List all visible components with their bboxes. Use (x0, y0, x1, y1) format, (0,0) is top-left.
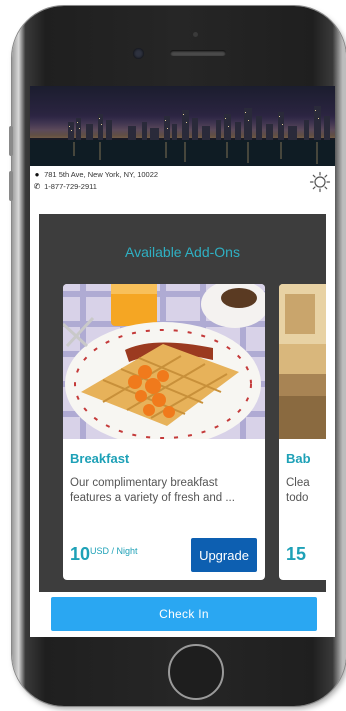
sun-icon[interactable] (309, 171, 331, 193)
home-button[interactable] (168, 644, 224, 700)
addon-name: Bab (286, 451, 311, 466)
hotel-contact-info: ● 781 5th Ave, New York, NY, 10022 ✆ 1-8… (30, 170, 335, 198)
app-screen: ● 781 5th Ave, New York, NY, 10022 ✆ 1-8… (30, 86, 335, 637)
upgrade-button[interactable]: Upgrade (191, 538, 257, 572)
hero-skyline-image (30, 86, 335, 166)
front-camera-icon (133, 48, 144, 59)
phone-text: 1-877-729-2911 (44, 182, 97, 191)
description-line: todo (286, 492, 309, 504)
addons-title: Available Add-Ons (125, 244, 240, 260)
price-amount: 15 (286, 544, 307, 564)
breakfast-photo (63, 284, 265, 439)
description-line: Clea (286, 477, 310, 489)
addon-price: 10USD / Night (70, 544, 138, 565)
addons-panel: Available Add-Ons Breakfast Our complime… (39, 214, 326, 592)
addon-photo-peek (279, 284, 326, 439)
sensor-dot (193, 32, 198, 37)
check-in-button[interactable]: Check In (51, 597, 317, 631)
addon-card-peek[interactable]: Bab Clea todo 15 (279, 284, 326, 580)
address-text: 781 5th Ave, New York, NY, 10022 (44, 170, 159, 179)
phone-icon: ✆ (33, 182, 41, 191)
volume-button (9, 126, 13, 156)
addon-price: 15 (286, 544, 306, 565)
addon-description: Our complimentary breakfast features a v… (70, 477, 235, 504)
earpiece-speaker (170, 50, 226, 56)
address-line: ● 781 5th Ave, New York, NY, 10022 (32, 170, 159, 179)
price-amount: 10 (70, 544, 91, 564)
addon-name: Breakfast (70, 451, 130, 466)
volume-button (9, 171, 13, 201)
map-pin-icon: ● (34, 170, 40, 179)
price-unit: USD / Night (90, 546, 138, 556)
phone-line[interactable]: ✆ 1-877-729-2911 (32, 182, 97, 191)
addon-card-breakfast[interactable]: Breakfast Our complimentary breakfast fe… (63, 284, 265, 580)
addon-description: Clea todo (286, 476, 326, 506)
